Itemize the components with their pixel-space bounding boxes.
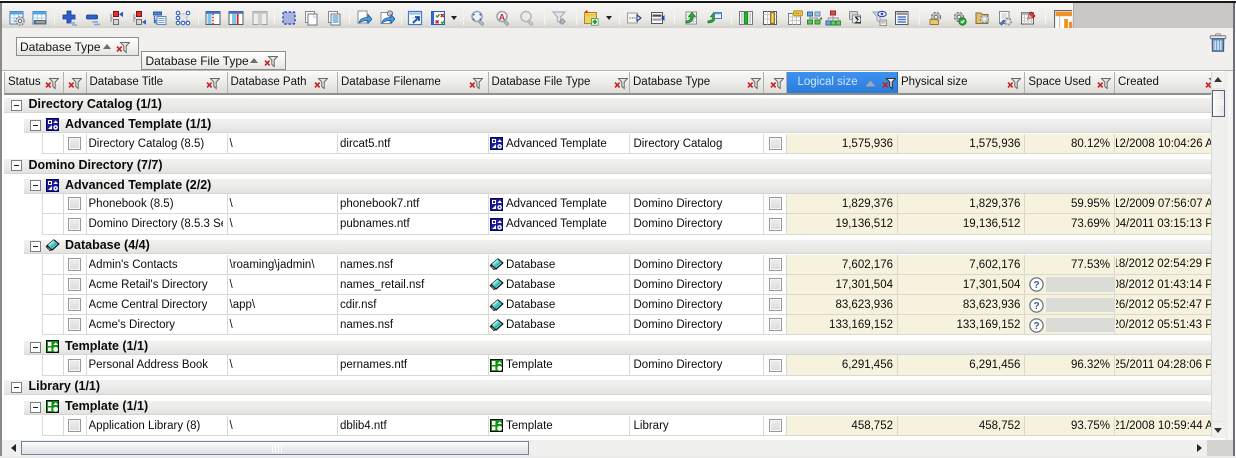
svg-text:A: A [499, 12, 505, 22]
svg-text:Σ: Σ [854, 15, 861, 27]
svg-text:?: ? [1033, 280, 1039, 291]
svg-text:?: ? [1033, 321, 1039, 332]
svg-text:?: ? [1033, 301, 1039, 312]
